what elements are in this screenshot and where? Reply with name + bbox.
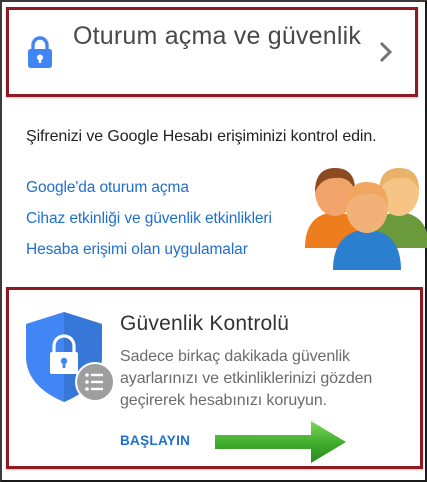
sign-in-security-card[interactable]: Oturum açma ve güvenlik [6, 7, 418, 97]
chevron-right-icon[interactable] [379, 41, 393, 63]
security-checkup-card: Güvenlik Kontrolü Sadece birkaç dakikada… [6, 287, 423, 469]
page-title: Oturum açma ve güvenlik [73, 22, 362, 50]
link-google-sign-in[interactable]: Google'da oturum açma [26, 177, 272, 208]
settings-panel: Oturum açma ve güvenlik Şifrenizi ve Goo… [0, 0, 427, 482]
list-icon [75, 362, 115, 402]
link-device-activity[interactable]: Cihaz etkinliği ve güvenlik etkinlikleri [26, 208, 272, 239]
link-list: Google'da oturum açma Cihaz etkinliği ve… [26, 177, 272, 270]
link-connected-apps[interactable]: Hesaba erişimi olan uygulamalar [26, 239, 272, 270]
security-checkup-title: Güvenlik Kontrolü [120, 312, 290, 335]
section-description: Şifrenizi ve Google Hesabı erişiminizi k… [26, 128, 377, 145]
lock-icon [28, 36, 52, 68]
arrow-right-icon [215, 421, 346, 463]
security-checkup-description: Sadece birkaç dakikada güvenlik ayarları… [120, 348, 373, 409]
shield-lock-icon [26, 312, 115, 402]
people-illustration [305, 168, 427, 270]
start-button[interactable]: BAŞLAYIN [120, 433, 190, 448]
